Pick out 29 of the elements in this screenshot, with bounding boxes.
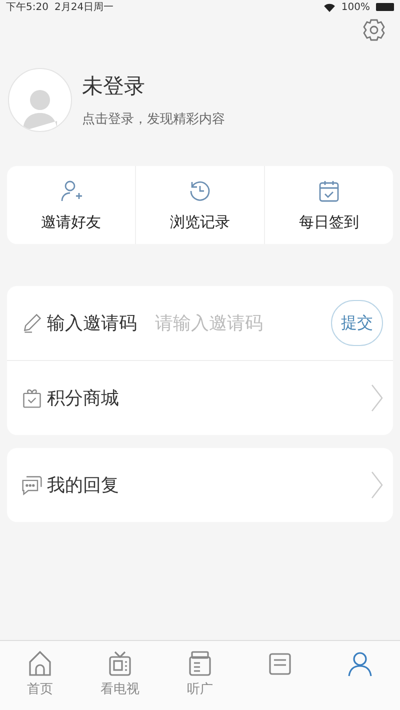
invite-code-field[interactable]: 请输入邀请码 — [153, 312, 327, 334]
quick-action-label[interactable]: 浏览记录 — [170, 212, 230, 232]
login-hint: 点击登录，发现精彩内容 — [82, 111, 225, 128]
gift-box-icon — [21, 387, 43, 409]
submit-button[interactable]: 提交 — [331, 300, 383, 346]
calendar-check-icon — [317, 178, 341, 202]
radio-icon — [186, 650, 214, 678]
wifi-icon — [324, 2, 336, 12]
chevron-icon — [371, 384, 383, 412]
pencil-icon — [21, 312, 43, 334]
battery-percent: 100% — [341, 2, 370, 12]
menu-item[interactable]: 积分商城 — [47, 386, 119, 410]
menu-item[interactable]: 我的回复 — [47, 473, 119, 497]
chevron-icon — [371, 471, 383, 499]
quick-action-label[interactable]: 邀请好友 — [41, 212, 101, 232]
status-time: 下午5:20 — [6, 1, 48, 14]
tv-icon — [106, 650, 134, 678]
document-icon — [266, 650, 294, 678]
login-status[interactable]: 未登录 — [82, 72, 225, 100]
history-icon — [188, 178, 212, 202]
status-date: 2月24日周一 — [54, 1, 114, 14]
battery-icon — [376, 3, 394, 11]
person-icon — [346, 650, 374, 678]
add-user-icon — [59, 178, 83, 202]
home-icon — [26, 650, 54, 678]
chat-bubble-icon — [21, 474, 43, 496]
invite-code-label: 输入邀请码 — [47, 312, 137, 335]
settings-icon[interactable] — [362, 18, 386, 42]
quick-action-label[interactable]: 每日签到 — [299, 212, 359, 232]
